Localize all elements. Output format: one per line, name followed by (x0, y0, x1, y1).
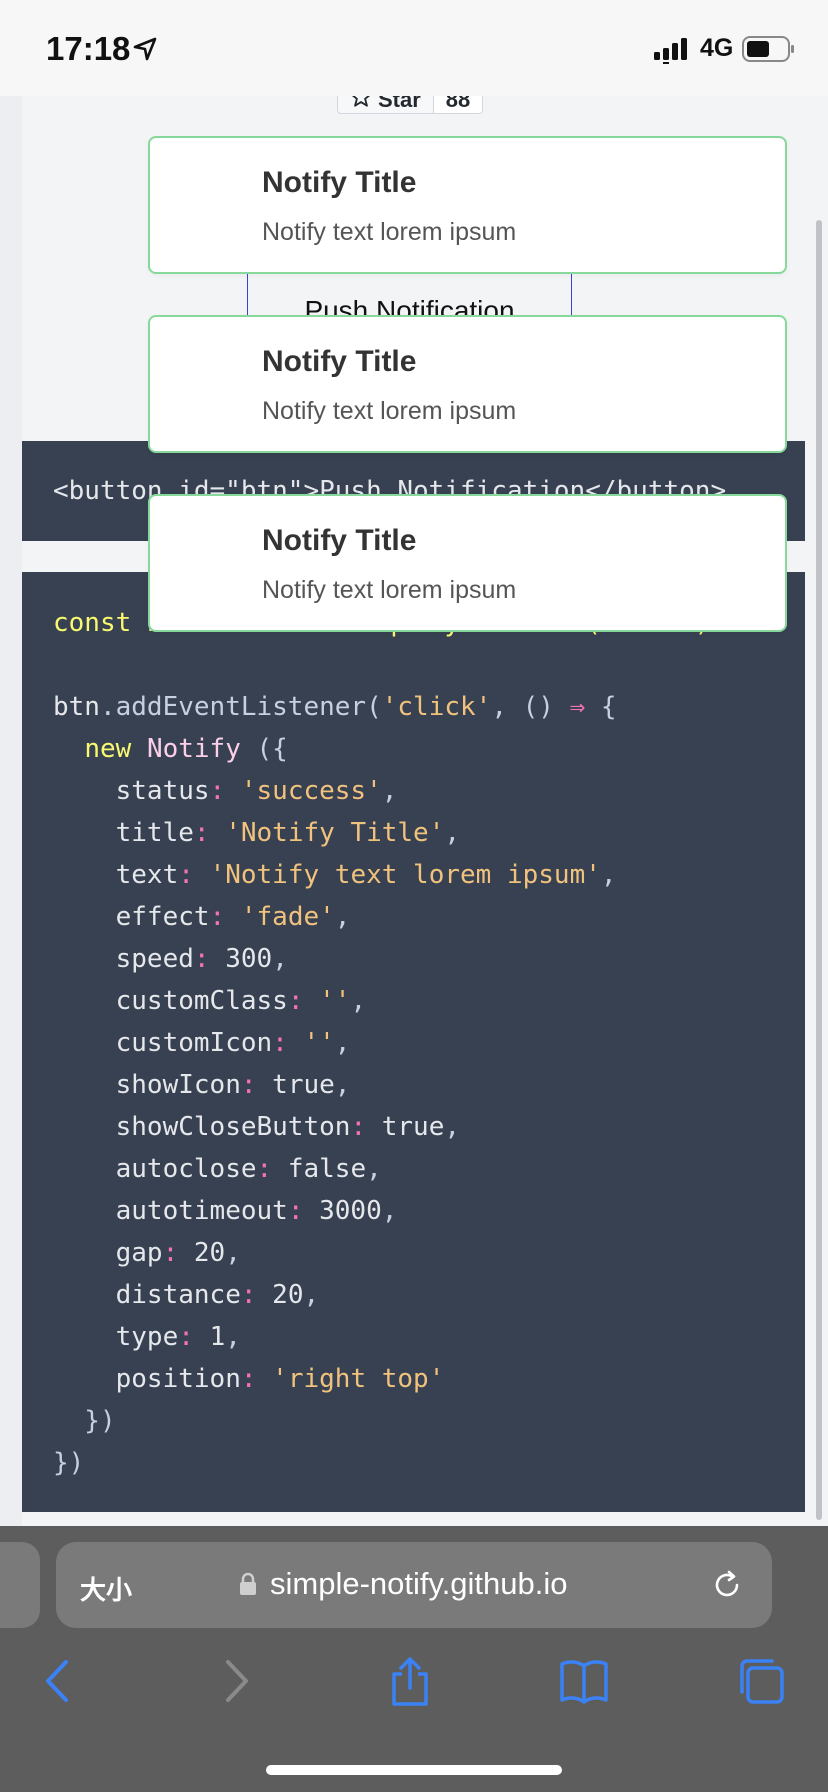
code-line: }) (53, 1406, 116, 1436)
option-value: 'success' (240, 776, 382, 806)
home-indicator[interactable] (266, 1765, 562, 1775)
option-key: status (115, 776, 210, 806)
code-line: effect: 'fade', (115, 902, 351, 932)
lock-icon (238, 1572, 258, 1601)
status-time: 17:18 (46, 30, 131, 67)
github-star-button[interactable]: Star (338, 96, 434, 113)
battery-icon (742, 36, 796, 67)
option-value: 'fade' (240, 902, 335, 932)
option-key: showIcon (115, 1070, 241, 1100)
notification-text: Notify text lorem ipsum (262, 576, 517, 604)
option-value: '' (303, 1028, 335, 1058)
tabs-icon[interactable] (736, 1656, 786, 1711)
status-bar: 17:18 4G (0, 0, 828, 96)
option-value: 3000 (319, 1196, 382, 1226)
share-icon[interactable] (388, 1656, 432, 1713)
back-icon[interactable] (40, 1656, 76, 1711)
option-key: text (115, 860, 179, 890)
option-key: gap (115, 1238, 163, 1268)
option-value: 20 (272, 1280, 304, 1310)
code-line: new Notify ({ (84, 734, 288, 764)
star-count[interactable]: 88 (433, 96, 483, 113)
code-line: text: 'Notify text lorem ipsum', (115, 860, 617, 890)
github-star-widget[interactable]: Star 88 (337, 96, 484, 114)
page-edge (0, 96, 22, 1526)
text-size-button[interactable]: 大小 (80, 1570, 132, 1607)
option-key: title (115, 818, 194, 848)
notification-toast[interactable]: Notify Title Notify text lorem ipsum (148, 315, 787, 453)
option-value: 20 (193, 1238, 226, 1268)
option-value: 'Notify Title' (225, 818, 445, 848)
code-line: customClass: '', (115, 986, 367, 1016)
option-value: 300 (225, 944, 273, 974)
code-line: status: 'success', (115, 776, 398, 806)
code-line: }) (53, 1448, 85, 1478)
option-value: 1 (209, 1322, 226, 1352)
code-line: btn.addEventListener('click', () ⇒ { (53, 692, 617, 722)
code-line: gap: 20, (115, 1238, 241, 1268)
option-key: showCloseButton (115, 1112, 351, 1142)
option-key: type (115, 1322, 179, 1352)
code-string: 'click' (381, 692, 492, 722)
network-type: 4G (700, 34, 734, 62)
notification-toast[interactable]: Notify Title Notify text lorem ipsum (148, 494, 787, 632)
code-line: speed: 300, (115, 944, 288, 974)
notification-toast[interactable]: Notify Title Notify text lorem ipsum (148, 136, 787, 274)
code-line: distance: 20, (115, 1280, 320, 1310)
option-key: effect (115, 902, 210, 932)
js-code-block: const btn = document.querySelector('#btn… (22, 572, 805, 1512)
signal-icon (654, 36, 690, 69)
option-key: position (115, 1364, 241, 1394)
option-value: false (287, 1154, 367, 1184)
code-line: showCloseButton: true, (115, 1112, 461, 1142)
code-ident: btn (53, 692, 100, 722)
option-key: customIcon (115, 1028, 273, 1058)
page-content: Star 88 Push Notification <button id="bt… (0, 96, 818, 1526)
notification-text: Notify text lorem ipsum (262, 397, 517, 425)
option-key: autoclose (115, 1154, 257, 1184)
code-keyword: new (84, 734, 132, 764)
notification-title: Notify Title (262, 166, 417, 199)
code-line: customIcon: '', (115, 1028, 351, 1058)
code-class: Notify (146, 734, 241, 764)
forward-icon[interactable] (218, 1656, 254, 1711)
star-label: Star (378, 96, 421, 112)
browser-bottom-bar: 大小 simple-notify.github.io (0, 1526, 828, 1792)
code-line: type: 1, (115, 1322, 241, 1352)
url-text: simple-notify.github.io (270, 1566, 568, 1601)
code-method: .addEventListener( (99, 692, 382, 722)
option-key: distance (115, 1280, 241, 1310)
address-bar[interactable]: 大小 simple-notify.github.io (56, 1542, 772, 1628)
location-arrow-icon (132, 36, 158, 67)
option-value: true (272, 1070, 335, 1100)
code-line: position: 'right top' (115, 1364, 445, 1394)
code-options: status: 'success', title: 'Notify Title'… (53, 770, 805, 1400)
code-line: autoclose: false, (115, 1154, 382, 1184)
bookmarks-icon[interactable] (558, 1656, 610, 1711)
reload-icon[interactable] (710, 1568, 744, 1607)
option-value: 'right top' (272, 1364, 445, 1394)
option-value: 'Notify text lorem ipsum' (209, 860, 601, 890)
option-key: customClass (115, 986, 288, 1016)
code-line: autotimeout: 3000, (115, 1196, 398, 1226)
previous-tab-preview[interactable] (0, 1542, 40, 1628)
option-value: true (381, 1112, 445, 1142)
code-line: title: 'Notify Title', (115, 818, 461, 848)
notification-title: Notify Title (262, 345, 417, 378)
option-key: speed (115, 944, 194, 974)
option-value: '' (319, 986, 351, 1016)
star-icon (350, 96, 372, 113)
option-key: autotimeout (115, 1196, 288, 1226)
code-line: showIcon: true, (115, 1070, 351, 1100)
notification-title: Notify Title (262, 524, 417, 557)
notification-text: Notify text lorem ipsum (262, 218, 517, 246)
scrollbar[interactable] (816, 220, 822, 1520)
